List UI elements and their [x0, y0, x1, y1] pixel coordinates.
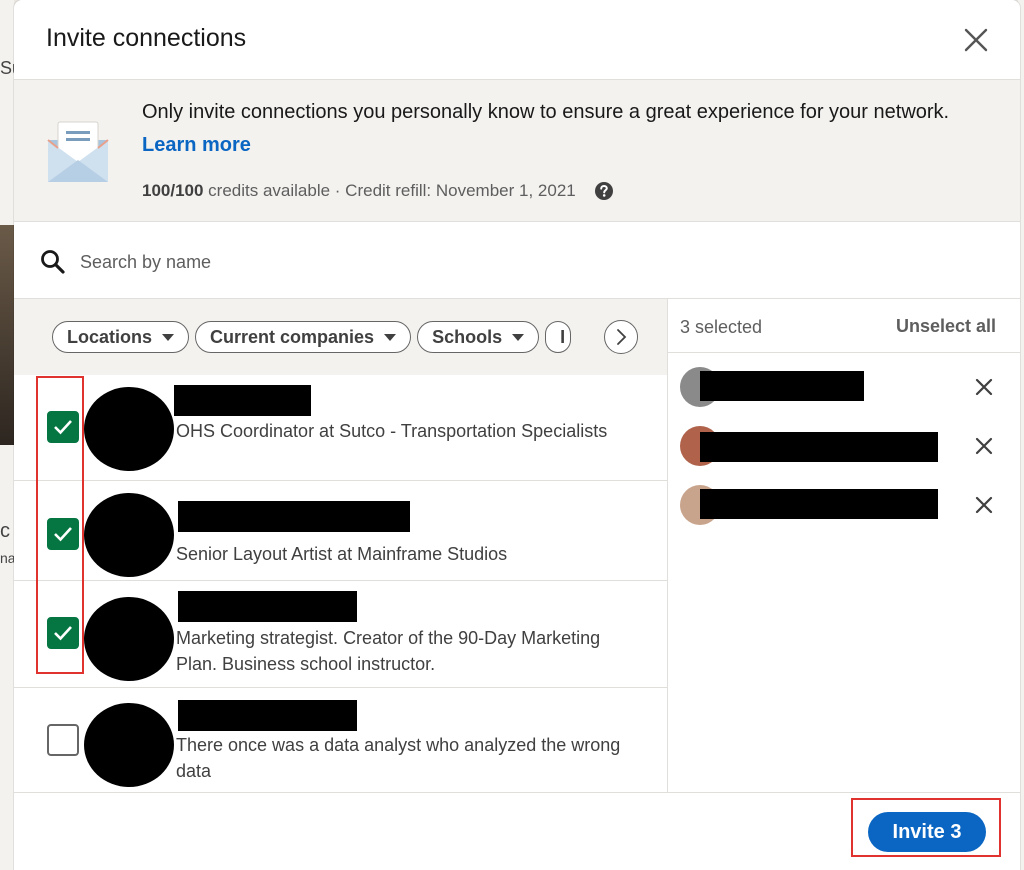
- filter-label: I: [560, 326, 566, 347]
- redacted-name: [178, 591, 357, 622]
- checkmark-icon: [54, 527, 72, 542]
- connection-row[interactable]: Marketing strategist. Creator of the 90-…: [14, 581, 667, 688]
- selected-count: 3 selected: [680, 317, 763, 337]
- avatar: [84, 597, 174, 681]
- filter-current-companies[interactable]: Current companies: [195, 321, 412, 353]
- remove-selection-button[interactable]: [968, 430, 1000, 462]
- redacted-name: [178, 700, 357, 731]
- selected-connection: [668, 477, 1020, 533]
- credits-count: 100/100: [142, 181, 204, 200]
- filters-next-button[interactable]: [604, 320, 638, 354]
- notice-text: Only invite connections you personally k…: [142, 96, 972, 162]
- redacted-name: [174, 385, 311, 416]
- caret-down-icon: [162, 333, 175, 341]
- invite-connections-modal: Invite connections Only invite connectio…: [14, 0, 1020, 870]
- filter-bar: Locations Current companies Schools I: [14, 299, 667, 375]
- redacted-name: [178, 501, 410, 532]
- checkmark-icon: [54, 420, 72, 435]
- modal-header: Invite connections: [14, 0, 1020, 80]
- connection-row[interactable]: There once was a data analyst who analyz…: [14, 688, 667, 793]
- filter-label: Locations: [67, 326, 153, 347]
- filter-schools[interactable]: Schools: [417, 321, 540, 353]
- redacted-name: [700, 371, 864, 401]
- modal-title: Invite connections: [46, 24, 247, 52]
- connection-headline: OHS Coordinator at Sutco - Transportatio…: [176, 421, 608, 441]
- caret-down-icon: [384, 333, 397, 341]
- avatar: [84, 387, 174, 471]
- caret-down-icon: [512, 333, 525, 341]
- filter-industry[interactable]: I: [545, 321, 572, 353]
- avatar: [84, 493, 174, 577]
- connection-headline: There once was a data analyst who analyz…: [176, 735, 621, 781]
- connection-row[interactable]: Senior Layout Artist at Mainframe Studio…: [14, 481, 667, 581]
- close-button[interactable]: [958, 22, 994, 58]
- filter-locations[interactable]: Locations: [52, 321, 190, 353]
- redacted-name: [700, 489, 938, 519]
- envelope-icon: [47, 121, 109, 182]
- modal-footer: Invite 3: [14, 793, 1020, 870]
- connection-headline: Marketing strategist. Creator of the 90-…: [176, 628, 601, 674]
- search-input[interactable]: [80, 244, 680, 280]
- selected-connection: [668, 359, 1020, 415]
- invite-notice-banner: Only invite connections you personally k…: [14, 80, 1020, 222]
- connection-row[interactable]: OHS Coordinator at Sutco - Transportatio…: [14, 375, 667, 481]
- question-circle-icon[interactable]: [594, 181, 614, 201]
- close-icon: [975, 496, 993, 514]
- credits-text: credits available · Credit refill: Novem…: [203, 181, 576, 200]
- search-bar: [14, 222, 1020, 299]
- unselect-all-button[interactable]: Unselect all: [896, 316, 996, 337]
- filter-label: Schools: [432, 326, 503, 347]
- credits-info: 100/100 credits available · Credit refil…: [142, 181, 614, 201]
- close-icon: [975, 378, 993, 396]
- checkmark-icon: [54, 626, 72, 641]
- connection-checkbox[interactable]: [47, 724, 79, 756]
- close-icon: [975, 437, 993, 455]
- connection-checkbox[interactable]: [47, 518, 79, 550]
- background-image: [0, 225, 14, 445]
- connection-headline: Senior Layout Artist at Mainframe Studio…: [176, 544, 508, 564]
- selected-connection: [668, 418, 1020, 474]
- selection-header: 3 selected Unselect all: [668, 299, 1020, 353]
- remove-selection-button[interactable]: [968, 371, 1000, 403]
- learn-more-link[interactable]: Learn more: [142, 134, 251, 156]
- close-icon: [964, 28, 988, 52]
- selected-connections-pane: 3 selected Unselect all: [668, 299, 1020, 793]
- connection-checkbox[interactable]: [47, 411, 79, 443]
- invite-body: Locations Current companies Schools I OH…: [14, 299, 1020, 793]
- connection-checkbox[interactable]: [47, 617, 79, 649]
- chevron-right-icon: [617, 329, 627, 345]
- connections-list-pane: Locations Current companies Schools I OH…: [14, 299, 668, 793]
- filter-label: Current companies: [210, 326, 375, 347]
- search-icon: [41, 250, 65, 274]
- remove-selection-button[interactable]: [968, 489, 1000, 521]
- background-text-fragment: c: [0, 520, 10, 542]
- notice-message: Only invite connections you personally k…: [142, 101, 950, 123]
- avatar: [84, 703, 174, 787]
- redacted-name: [700, 432, 938, 462]
- invite-button[interactable]: Invite 3: [868, 812, 986, 852]
